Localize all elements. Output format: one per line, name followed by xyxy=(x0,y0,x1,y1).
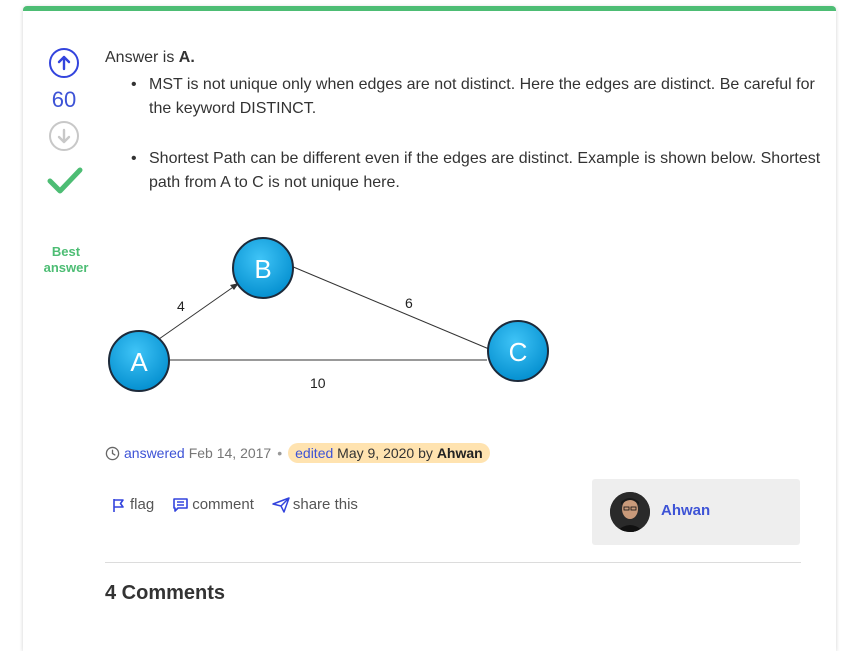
edited-badge: edited May 9, 2020 by Ahwan xyxy=(288,443,490,463)
edge-b-c xyxy=(290,265,490,350)
edge-weight-ac: 10 xyxy=(310,375,326,391)
meta-separator: • xyxy=(277,445,283,461)
answer-intro: Answer is A. xyxy=(105,49,195,67)
node-a-label: A xyxy=(130,347,148,377)
comment-button[interactable]: comment xyxy=(172,496,254,513)
upvote-button[interactable] xyxy=(49,48,79,78)
avatar[interactable] xyxy=(610,492,650,532)
flag-label: flag xyxy=(130,496,155,513)
user-name[interactable]: Ahwan xyxy=(661,502,710,519)
share-icon xyxy=(272,496,290,513)
divider xyxy=(105,562,801,563)
arrow-down-circle-icon xyxy=(57,128,71,144)
answered-link[interactable]: answered xyxy=(124,445,185,461)
clock-icon xyxy=(105,446,120,460)
list-item: MST is not unique only when edges are no… xyxy=(131,73,829,121)
answer-points: MST is not unique only when edges are no… xyxy=(105,73,829,221)
vote-count: 60 xyxy=(51,87,77,112)
edge-a-b xyxy=(158,282,240,340)
comment-label: comment xyxy=(192,496,254,513)
best-label-line2: answer xyxy=(43,260,89,275)
edge-weight-ab: 4 xyxy=(177,298,185,314)
node-b-label: B xyxy=(254,254,271,284)
editor-name[interactable]: Ahwan xyxy=(437,445,483,461)
edited-date: May 9, 2020 xyxy=(337,445,415,461)
flag-icon xyxy=(113,498,124,512)
arrow-up-circle-icon xyxy=(57,55,71,71)
flag-button[interactable]: flag xyxy=(111,496,154,513)
list-item: Shortest Path can be different even if t… xyxy=(131,147,829,195)
answered-date: Feb 14, 2017 xyxy=(188,445,272,461)
answer-card: 60 Best answer Answer is A. MST is not u… xyxy=(23,6,836,651)
avatar-image xyxy=(610,492,650,532)
share-button[interactable]: share this xyxy=(272,496,358,513)
answer-meta: answered Feb 14, 2017 • edited May 9, 20… xyxy=(105,443,490,463)
graph-diagram: 4 6 10 B A C xyxy=(108,237,549,392)
user-card[interactable]: Ahwan xyxy=(592,479,800,545)
best-answer-label: Best answer xyxy=(33,244,99,276)
intro-prefix: Answer is xyxy=(105,49,179,66)
checkmark-icon xyxy=(47,167,83,194)
edited-by-label: by xyxy=(418,445,433,461)
node-c-label: C xyxy=(509,337,528,367)
comment-icon xyxy=(173,497,188,512)
edge-weight-bc: 6 xyxy=(405,295,413,311)
share-label: share this xyxy=(292,496,358,513)
downvote-button[interactable] xyxy=(49,121,79,151)
edited-link[interactable]: edited xyxy=(295,445,333,461)
best-label-line1: Best xyxy=(51,244,81,259)
answer-actions: flag comment share this xyxy=(111,496,376,513)
intro-answer: A. xyxy=(178,49,195,66)
comments-title: 4 Comments xyxy=(105,582,226,604)
